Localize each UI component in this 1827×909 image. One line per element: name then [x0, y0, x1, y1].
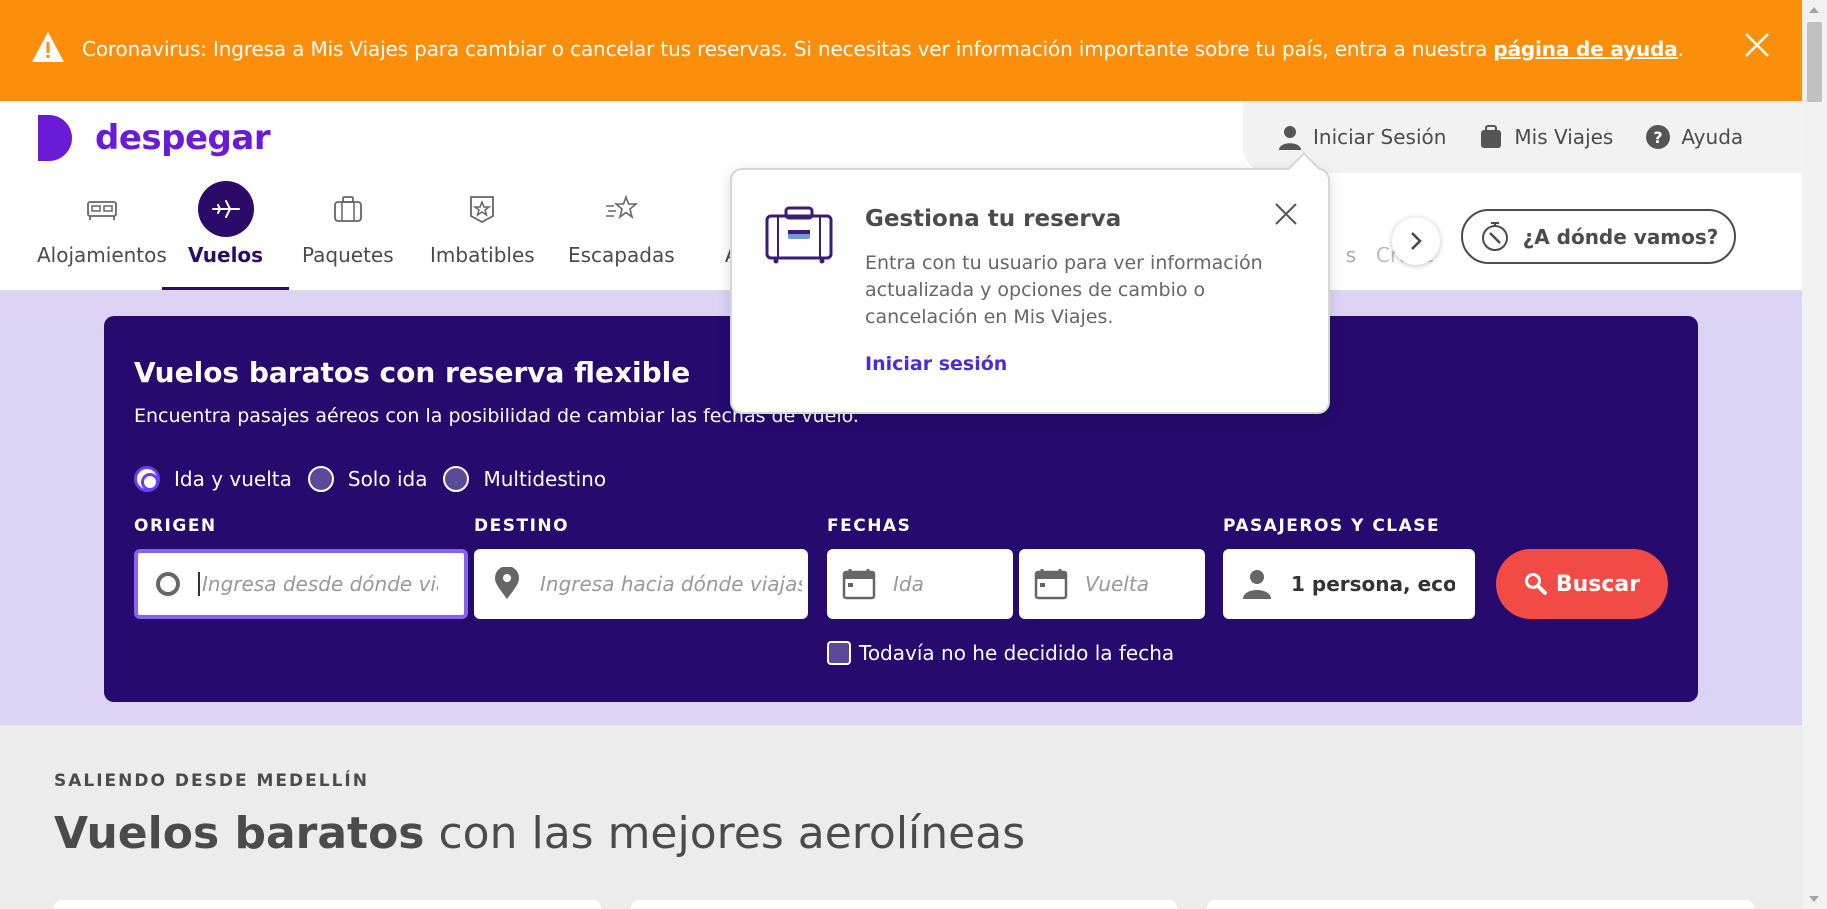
airline-card[interactable]: [54, 900, 601, 909]
briefcase-icon: [765, 206, 833, 264]
manage-booking-popover: Gestiona tu reserva Entra con tu usuario…: [730, 168, 1330, 414]
checkbox-box[interactable]: [827, 641, 851, 665]
close-alert-icon[interactable]: [1742, 30, 1772, 60]
destination-label: DESTINO: [474, 516, 570, 536]
airline-card[interactable]: [630, 900, 1178, 909]
search-title: Vuelos baratos con reserva flexible: [134, 356, 691, 389]
nav-next-button[interactable]: [1392, 217, 1440, 265]
trip-type-group: Ida y vuelta Solo ida Multidestino: [134, 466, 622, 492]
tab-vuelos[interactable]: Vuelos: [162, 181, 290, 290]
login-link[interactable]: Iniciar Sesión: [1277, 124, 1446, 150]
return-date-input[interactable]: Vuelta: [1019, 549, 1205, 619]
help-link[interactable]: ? Ayuda: [1645, 124, 1743, 150]
chevron-right-icon: [1411, 232, 1422, 250]
tab-alojamientos[interactable]: Alojamientos: [37, 181, 167, 267]
active-tab-indicator: [162, 287, 290, 290]
origin-circle-icon: [156, 572, 180, 596]
scroll-down-arrow[interactable]: [1809, 896, 1819, 902]
svg-text:?: ?: [1654, 128, 1663, 147]
where-to-go-button[interactable]: ¿A dónde vamos?: [1461, 209, 1736, 264]
dates-label: FECHAS: [827, 516, 912, 536]
search-icon: [1524, 573, 1547, 595]
coronavirus-alert: Coronavirus: Ingresa a Mis Viajes para c…: [0, 0, 1802, 101]
luggage-icon: [1481, 125, 1502, 148]
airline-card[interactable]: [1207, 900, 1755, 909]
trip-type-multi[interactable]: Multidestino: [443, 466, 606, 492]
compass-icon: [1481, 221, 1508, 251]
user-icon: [1279, 126, 1301, 150]
passengers-input[interactable]: 1 persona, económica: [1223, 549, 1475, 619]
popover-text: Entra con tu usuario para ver informació…: [865, 252, 1263, 328]
logo-text: despegar: [95, 118, 271, 158]
undecided-dates-checkbox[interactable]: Todavía no he decidido la fecha: [827, 641, 1174, 665]
plane-icon: [211, 200, 240, 218]
account-bar: Iniciar Sesión Mis Viajes ? Ayuda: [1243, 101, 1802, 173]
suitcase-icon: [333, 196, 362, 222]
depart-date-input[interactable]: Ida: [827, 549, 1013, 619]
tab-escapadas[interactable]: Escapadas: [568, 181, 675, 267]
scroll-thumb[interactable]: [1807, 22, 1822, 102]
popover-title: Gestiona tu reserva: [865, 206, 1122, 232]
help-page-link[interactable]: página de ayuda: [1493, 37, 1677, 61]
search-button[interactable]: Buscar: [1496, 549, 1668, 619]
my-trips-link[interactable]: Mis Viajes: [1478, 124, 1613, 150]
calendar-icon: [1034, 569, 1068, 600]
popover-login-link[interactable]: Iniciar sesión: [865, 353, 1007, 375]
bed-icon: [87, 201, 117, 220]
scroll-up-arrow[interactable]: [1809, 7, 1819, 13]
speed-star-icon: [606, 194, 639, 219]
help-icon: ?: [1646, 125, 1671, 149]
airline-cards: [54, 900, 1755, 909]
tab-partial-s[interactable]: s: [1323, 181, 1379, 267]
destination-input[interactable]: Ingresa hacia dónde viajas: [474, 549, 808, 619]
badge-star-icon: [470, 196, 495, 224]
tab-imbatibles[interactable]: Imbatibles: [430, 181, 535, 267]
logo-mark-icon: [38, 115, 72, 161]
passengers-label: PASAJEROS Y CLASE: [1223, 516, 1441, 536]
person-icon: [1243, 570, 1271, 599]
page-scrollbar[interactable]: [1802, 0, 1827, 909]
alert-message: Coronavirus: Ingresa a Mis Viajes para c…: [82, 37, 1684, 61]
map-pin-icon: [495, 567, 519, 599]
calendar-icon: [842, 569, 876, 600]
warning-icon: [32, 32, 64, 62]
despegar-logo[interactable]: despegar: [37, 114, 271, 162]
origin-label: ORIGEN: [134, 516, 217, 536]
trip-type-oneway[interactable]: Solo ida: [307, 466, 427, 492]
section-kicker: SALIENDO DESDE MEDELLÍN: [54, 771, 369, 791]
trip-type-round[interactable]: Ida y vuelta: [134, 466, 292, 492]
close-icon[interactable]: [1274, 202, 1298, 226]
tab-paquetes[interactable]: Paquetes: [302, 181, 394, 267]
section-title: Vuelos baratos con las mejores aerolínea…: [54, 808, 1026, 859]
origin-input[interactable]: Ingresa desde dónde viajas: [134, 549, 468, 619]
